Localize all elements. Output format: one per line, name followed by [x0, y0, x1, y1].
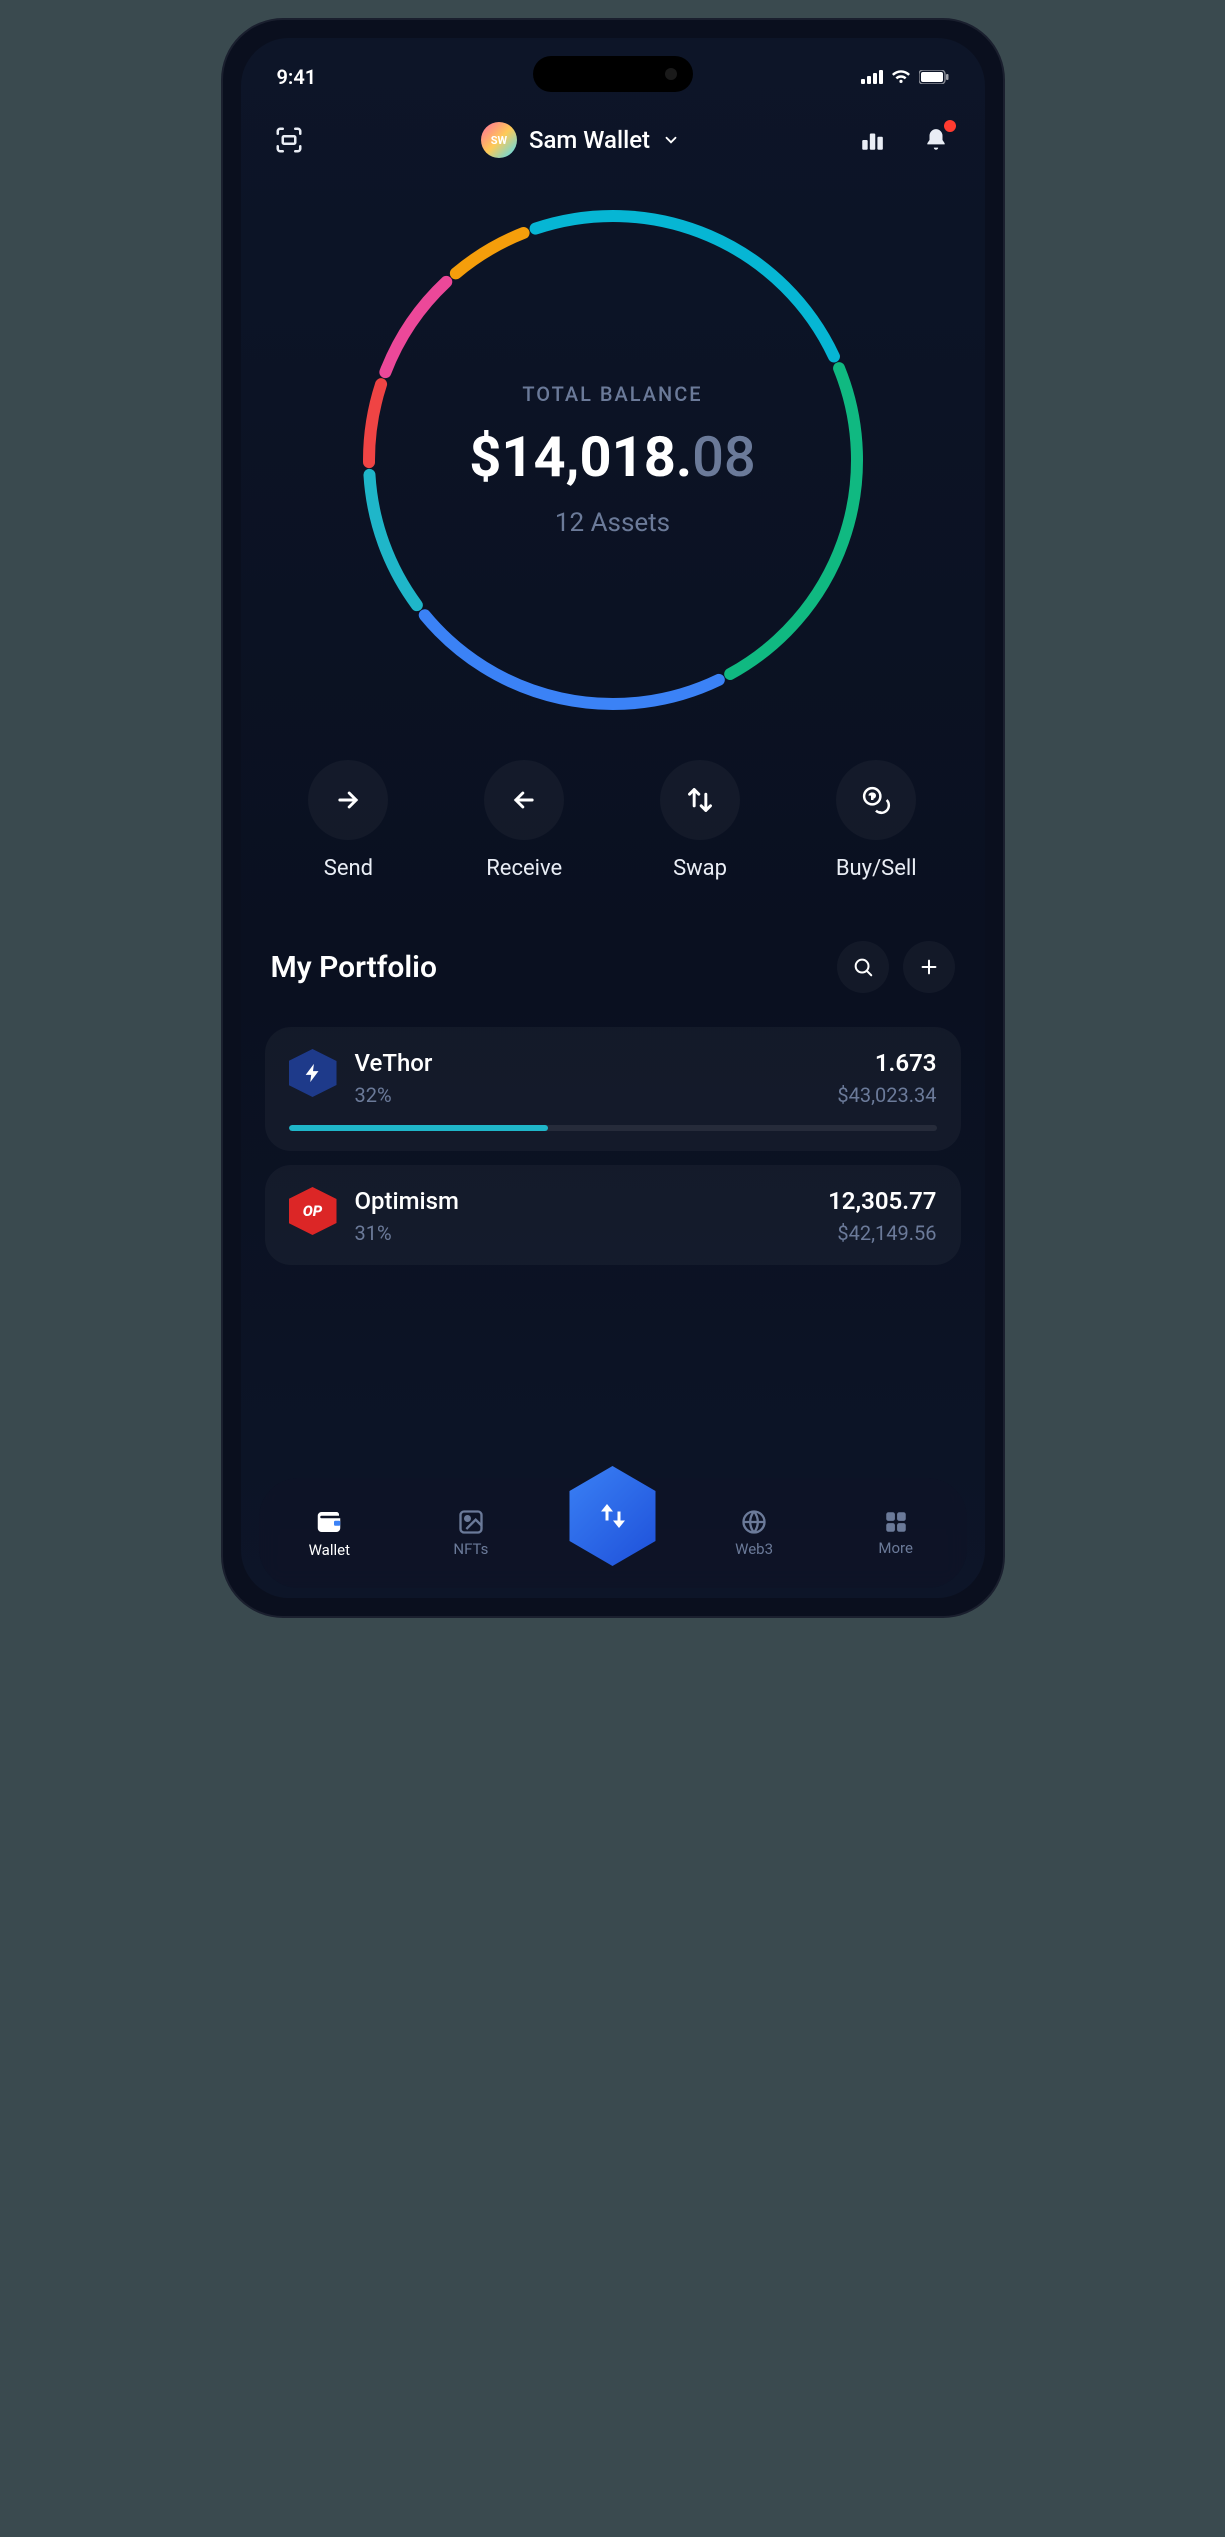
action-row: Send Receive Swap Buy/Sell	[241, 730, 985, 891]
asset-icon: OP	[289, 1187, 337, 1235]
donut-center: TOTAL BALANCE $14,018.08 12 Assets	[353, 200, 873, 720]
balance-whole: 14,018.	[501, 424, 692, 490]
notification-dot	[944, 120, 956, 132]
wallet-icon	[314, 1507, 344, 1537]
globe-icon	[740, 1508, 768, 1536]
wallet-avatar: SW	[481, 122, 517, 158]
nav-web3-label: Web3	[735, 1540, 773, 1558]
app-header: SW Sam Wallet	[241, 98, 985, 170]
battery-icon	[919, 70, 949, 84]
asset-card[interactable]: OP Optimism 31% 12,305.77 $42,149.56	[265, 1165, 961, 1265]
bottom-nav: Wallet NFTs Web3 More	[259, 1478, 967, 1588]
add-button[interactable]	[903, 941, 955, 993]
portfolio-title: My Portfolio	[271, 950, 437, 985]
stats-icon[interactable]	[854, 122, 890, 158]
phone-frame: 9:41 SW Sam Wallet	[223, 20, 1003, 1616]
arrow-right-icon	[334, 786, 362, 814]
asset-card[interactable]: VeThor 32% 1.673 $43,023.34	[265, 1027, 961, 1151]
nav-nfts-label: NFTs	[453, 1540, 488, 1558]
send-label: Send	[324, 856, 373, 881]
nav-more[interactable]: More	[851, 1509, 941, 1557]
chevron-down-icon	[662, 131, 680, 149]
grid-icon	[883, 1509, 909, 1535]
balance-amount: $14,018.08	[469, 424, 755, 490]
screen: 9:41 SW Sam Wallet	[241, 38, 985, 1598]
asset-icon	[289, 1049, 337, 1097]
coin-icon	[861, 785, 891, 815]
search-icon	[852, 956, 874, 978]
scan-icon[interactable]	[271, 122, 307, 158]
nav-nfts[interactable]: NFTs	[426, 1508, 516, 1558]
swap-label: Swap	[673, 856, 727, 881]
image-icon	[457, 1508, 485, 1536]
balance-label: TOTAL BALANCE	[522, 382, 702, 406]
asset-name: Optimism	[355, 1187, 459, 1215]
asset-progress	[289, 1125, 937, 1131]
asset-amount: 1.673	[837, 1049, 936, 1077]
asset-value: $43,023.34	[837, 1083, 936, 1107]
nav-wallet-label: Wallet	[309, 1541, 350, 1559]
buysell-label: Buy/Sell	[836, 856, 917, 881]
arrow-left-icon	[510, 786, 538, 814]
portfolio-donut[interactable]: TOTAL BALANCE $14,018.08 12 Assets	[353, 200, 873, 720]
plus-icon	[918, 956, 940, 978]
nav-more-label: More	[878, 1539, 913, 1557]
portfolio-header: My Portfolio	[241, 891, 985, 1013]
status-indicators	[861, 70, 949, 84]
asset-pct: 32%	[355, 1083, 433, 1107]
nav-wallet[interactable]: Wallet	[284, 1507, 374, 1559]
nav-web3[interactable]: Web3	[709, 1508, 799, 1558]
notification-bell-icon[interactable]	[918, 122, 954, 158]
receive-label: Receive	[486, 856, 562, 881]
portfolio-list: VeThor 32% 1.673 $43,023.34 OP Optimism …	[241, 1027, 985, 1265]
cellular-icon	[861, 70, 883, 84]
asset-amount: 12,305.77	[828, 1187, 936, 1215]
swap-icon	[686, 786, 714, 814]
asset-pct: 31%	[355, 1221, 459, 1245]
balance-currency: $	[469, 424, 501, 490]
status-time: 9:41	[277, 65, 317, 89]
search-button[interactable]	[837, 941, 889, 993]
assets-count: 12 Assets	[555, 508, 670, 538]
buysell-button[interactable]: Buy/Sell	[836, 760, 917, 881]
asset-value: $42,149.56	[828, 1221, 936, 1245]
balance-cents: 08	[692, 424, 756, 490]
notch	[533, 56, 693, 92]
exchange-icon	[595, 1498, 631, 1534]
wallet-avatar-initials: SW	[491, 134, 507, 147]
nav-center-button[interactable]	[563, 1466, 663, 1566]
wifi-icon	[891, 70, 911, 84]
wallet-name: Sam Wallet	[529, 126, 650, 154]
wallet-selector[interactable]: SW Sam Wallet	[481, 122, 680, 158]
swap-button[interactable]: Swap	[660, 760, 740, 881]
receive-button[interactable]: Receive	[484, 760, 564, 881]
asset-name: VeThor	[355, 1049, 433, 1077]
send-button[interactable]: Send	[308, 760, 388, 881]
